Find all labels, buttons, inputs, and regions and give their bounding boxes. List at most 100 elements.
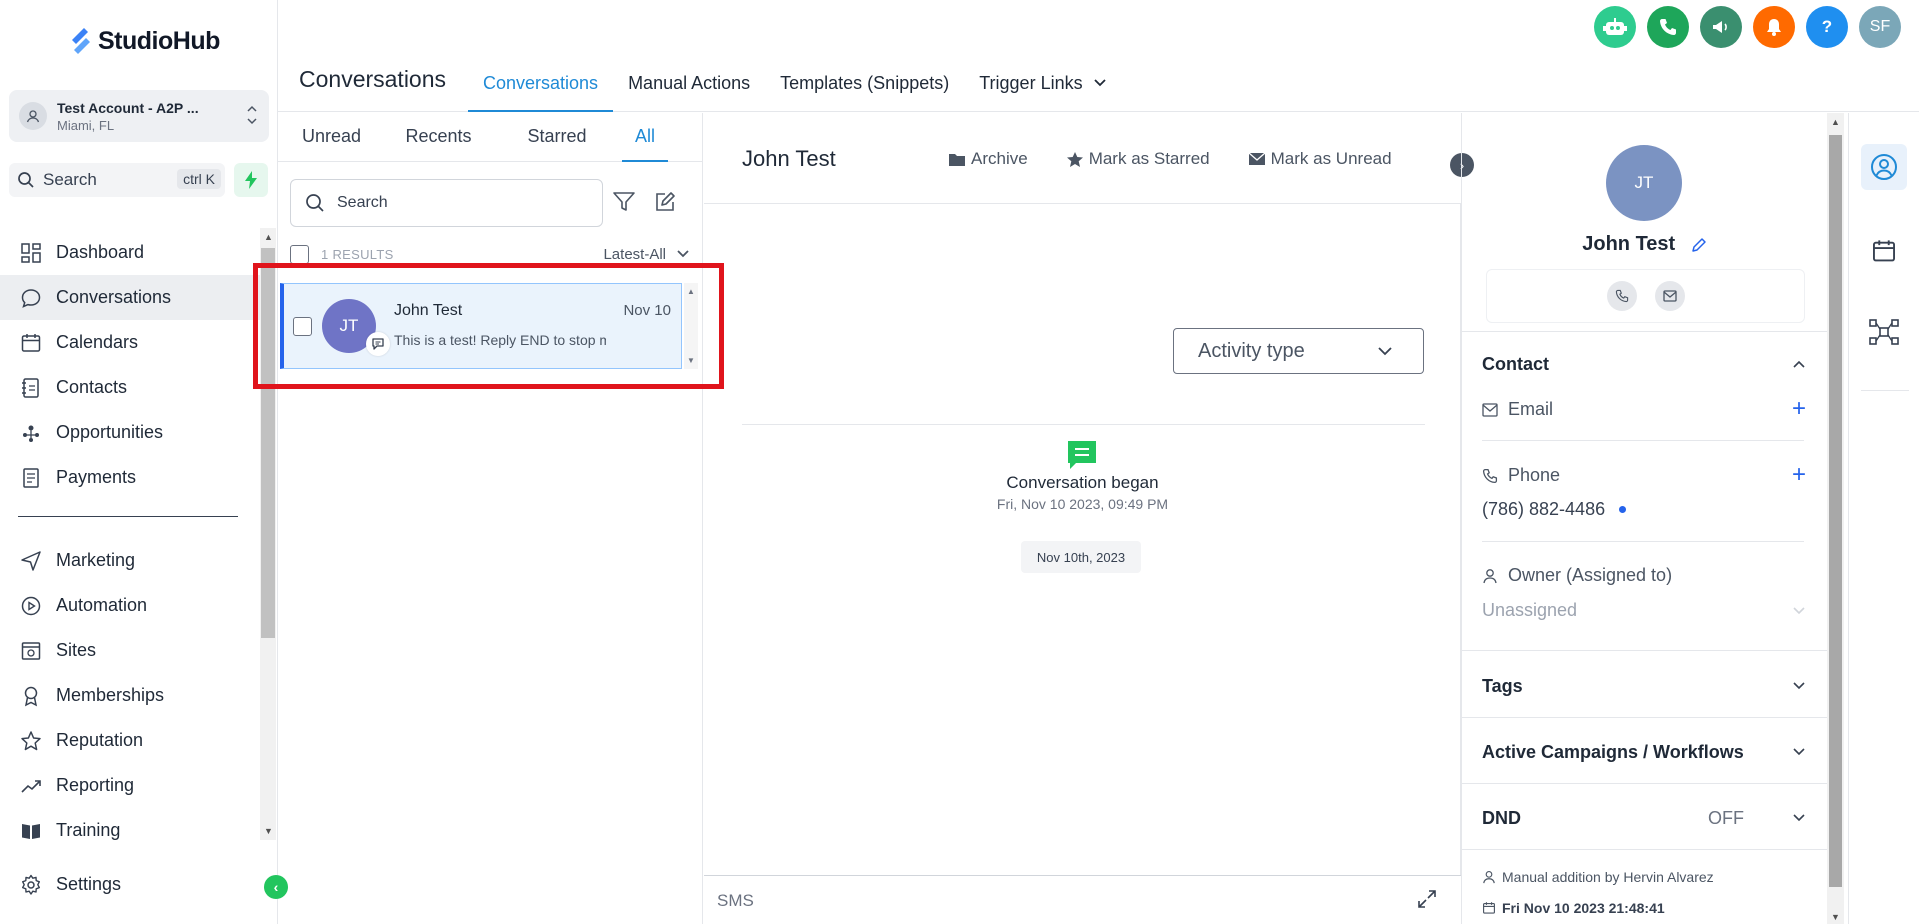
message-composer[interactable]: SMS (704, 875, 1461, 924)
scrollbar-thumb[interactable] (1829, 135, 1842, 887)
chevron-down-icon[interactable] (1792, 747, 1806, 757)
action-label: Mark as Unread (1270, 149, 1392, 168)
nav-item-settings[interactable]: Settings (0, 862, 121, 907)
sidebar-search[interactable]: Search ctrl K (9, 163, 225, 197)
field-divider (1482, 440, 1804, 441)
compose-button[interactable] (654, 191, 676, 218)
activity-type-select[interactable]: Activity type (1173, 328, 1424, 374)
rail-calendar-button[interactable] (1861, 228, 1907, 274)
email-label: Email (1508, 399, 1554, 419)
call-button[interactable] (1647, 6, 1689, 48)
scroll-down-arrow-icon[interactable]: ▼ (1831, 912, 1840, 922)
nav-item-calendars[interactable]: Calendars (0, 320, 262, 365)
nav-item-sites[interactable]: Sites (0, 628, 262, 673)
rail-workflow-button[interactable] (1861, 309, 1907, 355)
nav-item-dashboard[interactable]: Dashboard (0, 230, 262, 275)
owner-select[interactable]: Unassigned (1482, 600, 1577, 621)
nav-item-training[interactable]: Training (0, 808, 262, 853)
section-separator (1462, 849, 1827, 850)
email-contact-button[interactable] (1654, 281, 1685, 311)
scroll-down-arrow-icon[interactable]: ▼ (687, 356, 695, 365)
campaigns-section-title[interactable]: Active Campaigns / Workflows (1482, 742, 1744, 763)
select-all-checkbox[interactable] (290, 244, 309, 264)
section-separator (1462, 783, 1827, 784)
shortcut-badge: ctrl K (177, 169, 221, 189)
list-item-scrollbar[interactable]: ▲ ▼ (684, 283, 698, 369)
contact-created-date-text: Fri Nov 10 2023 21:48:41 (1502, 900, 1665, 916)
nav-item-marketing[interactable]: Marketing (0, 538, 262, 583)
conversation-checkbox[interactable] (293, 317, 312, 336)
tab-templates[interactable]: Templates (Snippets) (765, 56, 964, 112)
announcements-button[interactable] (1700, 6, 1742, 48)
calendar-icon (1873, 240, 1895, 262)
contact-avatar: JT (1606, 145, 1682, 221)
action-label: Archive (971, 149, 1028, 168)
call-contact-button[interactable] (1606, 281, 1637, 311)
expand-icon[interactable] (1417, 889, 1437, 909)
nav-item-reputation[interactable]: Reputation (0, 718, 262, 763)
quick-actions-button[interactable] (234, 163, 268, 197)
contact-panel-scrollbar[interactable]: ▲ ▼ (1827, 113, 1844, 924)
chevron-up-icon[interactable] (1792, 359, 1806, 369)
chevron-down-icon[interactable] (1792, 681, 1806, 691)
archive-button[interactable]: Archive (948, 149, 1028, 169)
nav-item-opportunities[interactable]: Opportunities (0, 410, 262, 455)
scroll-up-arrow-icon[interactable]: ▲ (1831, 117, 1840, 127)
scroll-up-arrow-icon[interactable]: ▲ (687, 287, 695, 296)
account-location: Miami, FL (57, 117, 115, 133)
add-email-button[interactable]: + (1792, 397, 1806, 421)
scroll-down-arrow-icon[interactable]: ▼ (264, 826, 273, 836)
nav-item-conversations[interactable]: Conversations (0, 275, 262, 320)
sort-dropdown[interactable]: Latest-All (603, 246, 690, 263)
filter-button[interactable] (612, 191, 636, 218)
scrollbar-thumb[interactable] (261, 248, 275, 638)
nav-item-payments[interactable]: Payments (0, 455, 262, 500)
tags-section-title[interactable]: Tags (1482, 676, 1523, 697)
filter-icon (613, 192, 635, 211)
notifications-button[interactable] (1753, 6, 1795, 48)
nav-item-memberships[interactable]: Memberships (0, 673, 262, 718)
tab-starred[interactable]: Starred (492, 113, 622, 162)
sidebar-scrollbar[interactable]: ▲ ▼ (260, 228, 276, 840)
dashboard-icon (21, 242, 41, 263)
conversation-date: Nov 10 (623, 302, 671, 319)
chevron-down-icon[interactable] (1792, 606, 1806, 616)
nav-label: Memberships (56, 685, 165, 705)
add-phone-button[interactable]: + (1792, 463, 1806, 487)
brand-logo[interactable]: StudioHub (68, 26, 220, 56)
phone-value[interactable]: (786) 882-4486 (1482, 499, 1627, 520)
tab-trigger-links[interactable]: Trigger Links (964, 56, 1121, 112)
tab-unread[interactable]: Unread (278, 113, 385, 162)
section-separator (1462, 717, 1827, 718)
user-avatar[interactable]: SF (1859, 6, 1901, 48)
person-icon (1483, 568, 1497, 583)
nav-label: Opportunities (56, 422, 164, 442)
mark-unread-button[interactable]: Mark as Unread (1248, 149, 1392, 169)
nav-item-reporting[interactable]: Reporting (0, 763, 262, 808)
nav-item-automation[interactable]: Automation (0, 583, 262, 628)
tab-recents[interactable]: Recents (385, 113, 492, 162)
calendar-icon (1483, 902, 1495, 914)
scroll-up-arrow-icon[interactable]: ▲ (264, 232, 273, 242)
tab-all[interactable]: All (622, 113, 668, 162)
contact-section-title[interactable]: Contact (1482, 354, 1549, 375)
account-switcher[interactable]: Test Account - A2P ... Miami, FL (9, 90, 269, 142)
nav-item-contacts[interactable]: Contacts (0, 365, 262, 410)
chevron-down-icon[interactable] (1792, 813, 1806, 823)
bot-button[interactable] (1594, 6, 1636, 48)
rail-contact-button[interactable] (1861, 144, 1907, 190)
conversation-list-panel: Unread Recents Starred All Search 1 RESU… (278, 113, 703, 924)
edit-pencil-icon[interactable] (1691, 237, 1707, 253)
conversation-search-input[interactable]: Search (290, 179, 603, 227)
app-root: StudioHub Test Account - A2P ... Miami, … (0, 0, 1919, 924)
conversation-list-item[interactable]: JT John Test Nov 10 This is a test! Repl… (280, 283, 682, 369)
gear-icon (22, 874, 40, 895)
dnd-status: OFF (1708, 808, 1744, 828)
tab-conversations[interactable]: Conversations (468, 56, 614, 112)
right-rail (1848, 113, 1919, 924)
mark-starred-button[interactable]: Mark as Starred (1066, 149, 1210, 169)
help-button[interactable]: ? (1806, 6, 1848, 48)
dnd-section-title[interactable]: DND (1482, 808, 1521, 829)
nav-label: Training (56, 820, 121, 840)
tab-manual-actions[interactable]: Manual Actions (613, 56, 765, 112)
